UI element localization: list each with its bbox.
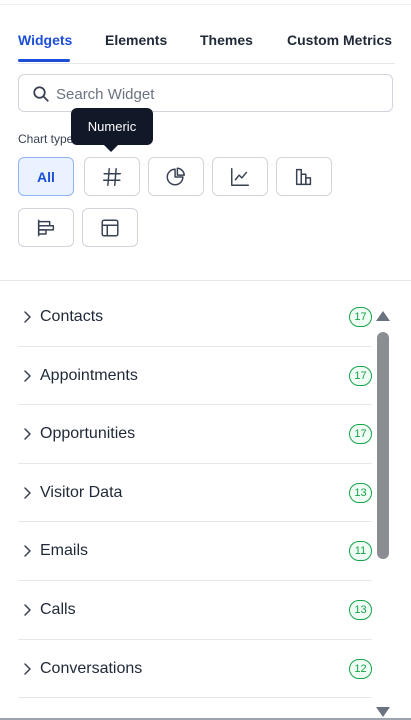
hash-icon [103, 167, 121, 186]
chart-type-bar-button[interactable] [276, 157, 332, 196]
category-row-visitor-data[interactable]: Visitor Data 13 [18, 464, 372, 523]
count-badge: 11 [349, 541, 372, 562]
scrollbar-thumb[interactable] [377, 332, 389, 559]
category-row-calls[interactable]: Calls 13 [18, 581, 372, 640]
tab-custom-metrics[interactable]: Custom Metrics [287, 32, 392, 48]
count-badge: 13 [349, 599, 372, 620]
chevron-right-icon [24, 369, 31, 382]
chevron-right-icon [24, 604, 31, 616]
chart-type-horizontal-bar-button[interactable] [18, 208, 74, 247]
chevron-right-icon [24, 311, 31, 323]
widget-category-list: Contacts 17 Appointments 17 Opportunitie… [18, 288, 372, 699]
category-row-contacts[interactable]: Contacts 17 [18, 288, 372, 347]
count-badge: 17 [349, 365, 372, 386]
count-badge: 13 [349, 482, 372, 503]
count-badge: 12 [349, 658, 372, 679]
search-input[interactable] [56, 84, 376, 104]
bar-chart-icon [295, 168, 312, 185]
category-label: Conversations [40, 659, 143, 677]
category-row-conversations[interactable]: Conversations 12 [18, 640, 372, 699]
active-tab-indicator [18, 59, 70, 62]
chart-type-table-button[interactable] [82, 208, 138, 247]
search-icon [33, 86, 49, 102]
category-label: Calls [40, 600, 76, 618]
chevron-right-icon [24, 428, 31, 440]
category-label: Appointments [40, 366, 138, 384]
chart-type-tooltip: Numeric [71, 108, 153, 145]
tab-themes[interactable]: Themes [200, 32, 253, 48]
count-badge: 17 [349, 424, 372, 445]
pie-chart-icon [166, 167, 185, 185]
tab-widgets[interactable]: Widgets [18, 32, 72, 48]
scroll-up-arrow[interactable] [376, 311, 390, 321]
horizontal-bar-chart-icon [37, 219, 55, 236]
chart-type-all-button[interactable]: All [18, 157, 74, 196]
count-badge: 17 [349, 307, 372, 327]
chevron-right-icon [24, 487, 31, 499]
chevron-right-icon [24, 662, 31, 675]
chevron-right-icon [24, 545, 31, 558]
category-label: Contacts [40, 308, 104, 325]
category-label: Opportunities [40, 425, 136, 443]
category-label: Visitor Data [40, 483, 123, 501]
category-label: Emails [40, 542, 89, 560]
line-chart-icon [231, 167, 249, 186]
table-icon [101, 218, 119, 237]
scroll-down-arrow[interactable] [376, 707, 390, 717]
category-row-appointments[interactable]: Appointments 17 [18, 347, 372, 406]
category-row-emails[interactable]: Emails 11 [18, 522, 372, 581]
chart-type-label: Chart type [18, 132, 74, 146]
tab-bar: Widgets Elements Themes Custom Metrics [18, 0, 395, 64]
tab-elements[interactable]: Elements [105, 32, 167, 48]
search-box [18, 74, 393, 112]
chart-type-numeric-button[interactable] [84, 157, 140, 196]
section-divider [0, 280, 411, 281]
category-row-opportunities[interactable]: Opportunities 17 [18, 405, 372, 464]
tooltip-arrow [104, 145, 118, 152]
chart-type-line-button[interactable] [212, 157, 268, 196]
chart-type-pie-button[interactable] [148, 157, 204, 196]
